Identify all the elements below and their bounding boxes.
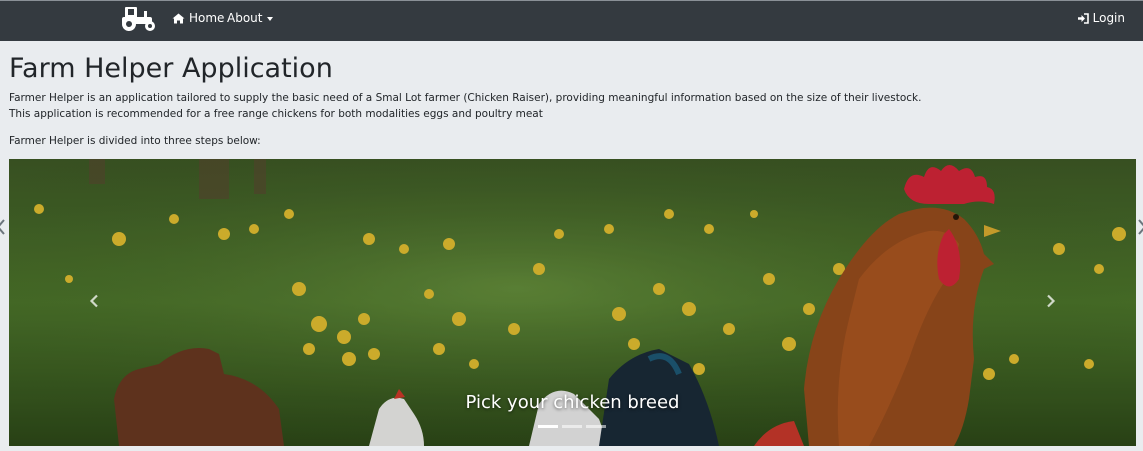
sign-in-icon xyxy=(1077,12,1089,24)
page-title: Farm Helper Application xyxy=(9,53,333,84)
nav-login-link[interactable]: Login xyxy=(1077,11,1125,25)
nav-home-link[interactable]: Home xyxy=(172,11,224,25)
tractor-icon[interactable] xyxy=(120,3,158,33)
nav-about-dropdown[interactable]: About xyxy=(227,11,274,25)
breed-carousel[interactable]: Pick your chicken breed xyxy=(9,159,1136,446)
page-scroll-left-icon xyxy=(0,218,6,236)
nav-home-label: Home xyxy=(189,11,225,25)
nav-about-label: About xyxy=(227,11,263,25)
steps-intro: Farmer Helper is divided into three step… xyxy=(9,135,261,147)
caret-down-icon xyxy=(267,16,274,21)
description-line-2: This application is recommended for a fr… xyxy=(9,108,543,120)
top-navbar: Home About Login xyxy=(0,0,1143,41)
home-icon xyxy=(172,13,185,24)
carousel-indicators xyxy=(538,425,606,428)
carousel-indicator-2[interactable] xyxy=(562,425,582,428)
carousel-indicator-3[interactable] xyxy=(586,425,606,428)
carousel-indicator-1[interactable] xyxy=(538,425,558,428)
chevron-right-icon xyxy=(1046,293,1056,312)
chevron-left-icon xyxy=(89,293,99,312)
description-line-1: Farmer Helper is an application tailored… xyxy=(9,92,922,104)
carousel-caption: Pick your chicken breed xyxy=(465,392,680,413)
nav-login-label: Login xyxy=(1092,11,1125,25)
page-scroll-right-icon xyxy=(1137,218,1143,236)
